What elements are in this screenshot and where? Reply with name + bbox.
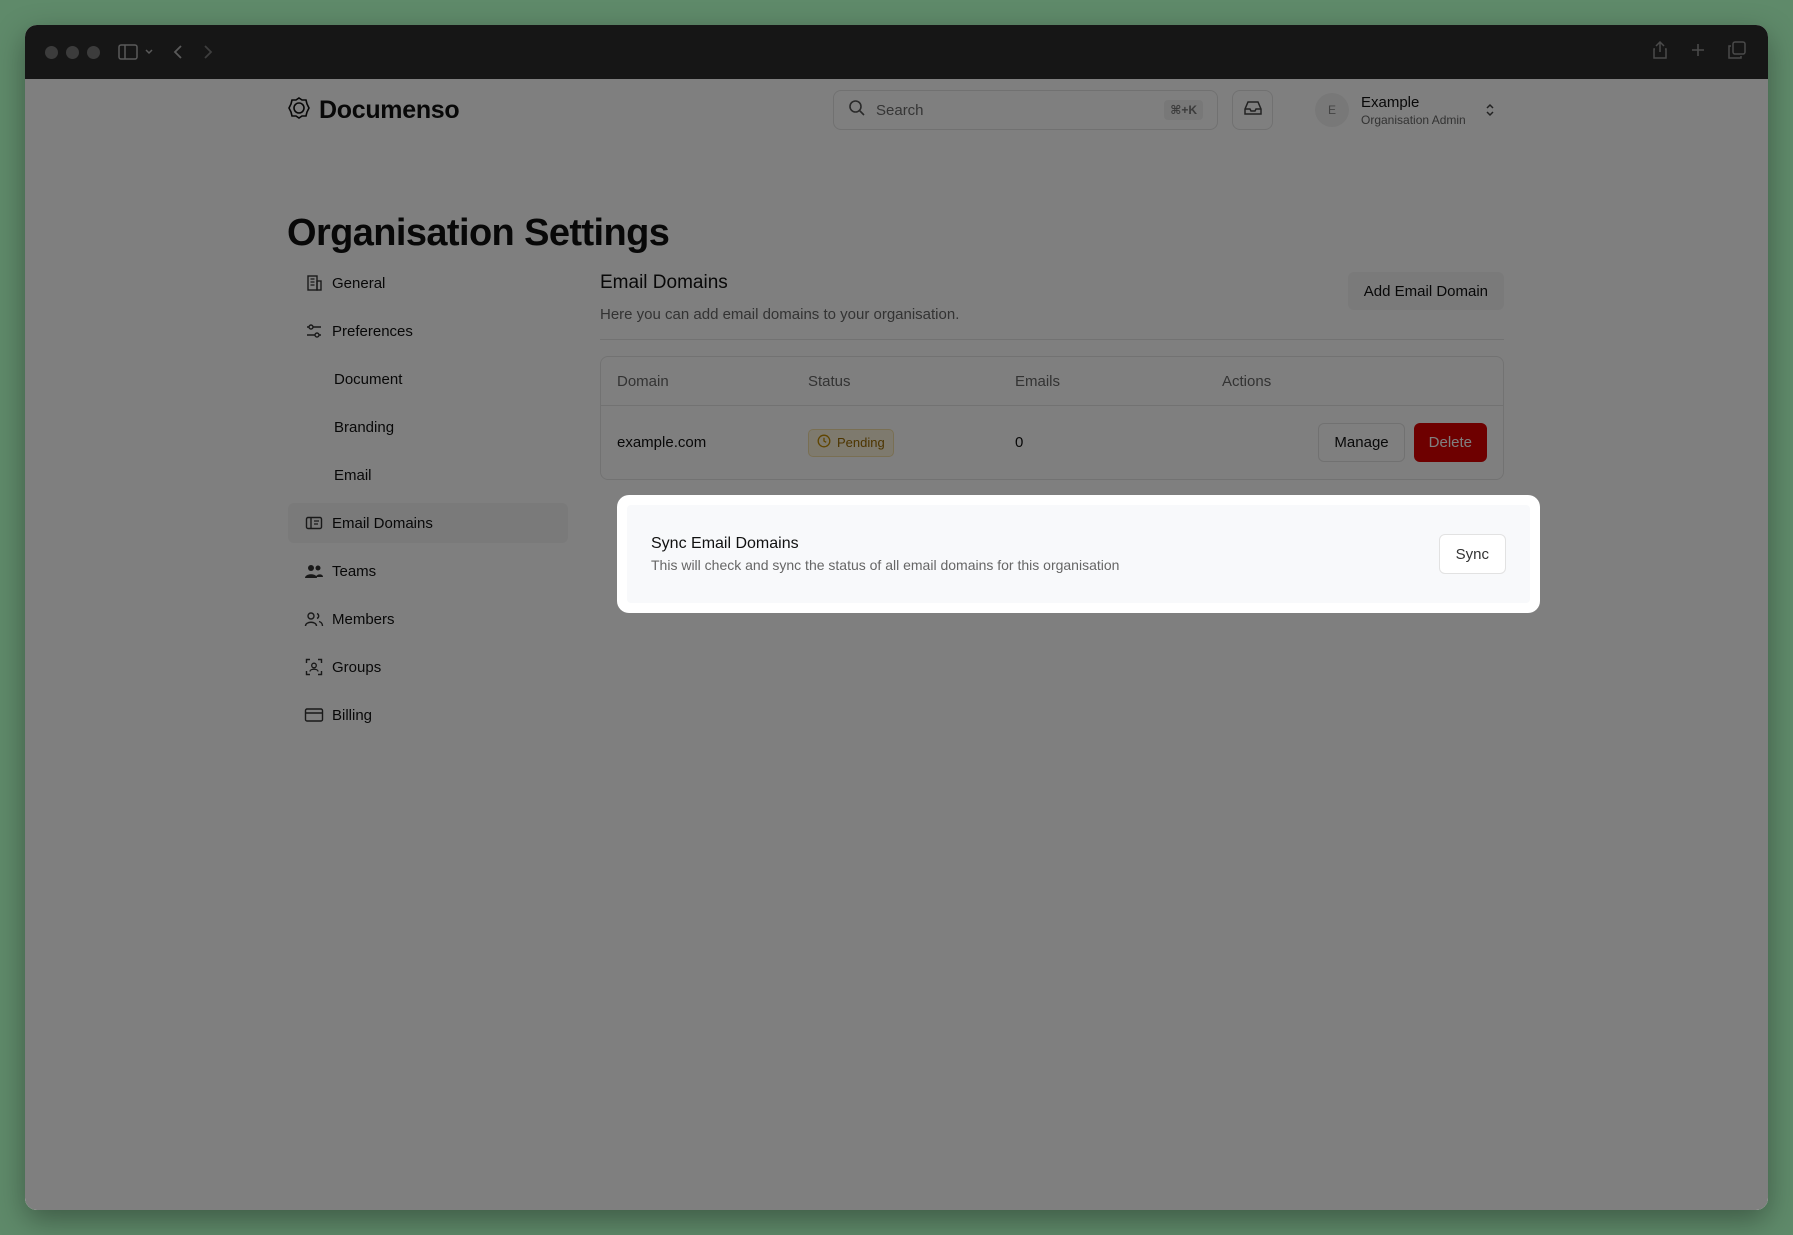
window-controls (45, 45, 100, 59)
sync-spotlight: Sync Email Domains This will check and s… (617, 495, 1540, 613)
sidebar-toggle-icon[interactable] (118, 44, 138, 60)
chevron-down-icon[interactable] (144, 48, 154, 56)
browser-titlebar (25, 25, 1768, 79)
dim-overlay (25, 79, 1768, 1210)
sync-button[interactable]: Sync (1438, 534, 1506, 574)
back-icon[interactable] (172, 44, 184, 60)
forward-icon[interactable] (202, 44, 214, 60)
page-content: Documenso Search ⌘+K E Example Organisat… (25, 79, 1768, 1210)
maximize-window-button[interactable] (87, 45, 100, 59)
sync-description: This will check and sync the status of a… (651, 557, 1120, 573)
sync-text: Sync Email Domains This will check and s… (651, 535, 1119, 573)
minimize-window-button[interactable] (66, 45, 79, 59)
sync-title: Sync Email Domains (651, 535, 799, 552)
tab-overview-icon[interactable] (1728, 40, 1746, 64)
browser-window: Documenso Search ⌘+K E Example Organisat… (25, 25, 1768, 1210)
close-window-button[interactable] (45, 45, 58, 59)
sync-email-domains-card: Sync Email Domains This will check and s… (627, 505, 1530, 603)
share-icon[interactable] (1652, 40, 1668, 64)
browser-toolbar-right (1652, 40, 1746, 64)
new-tab-icon[interactable] (1690, 42, 1706, 63)
